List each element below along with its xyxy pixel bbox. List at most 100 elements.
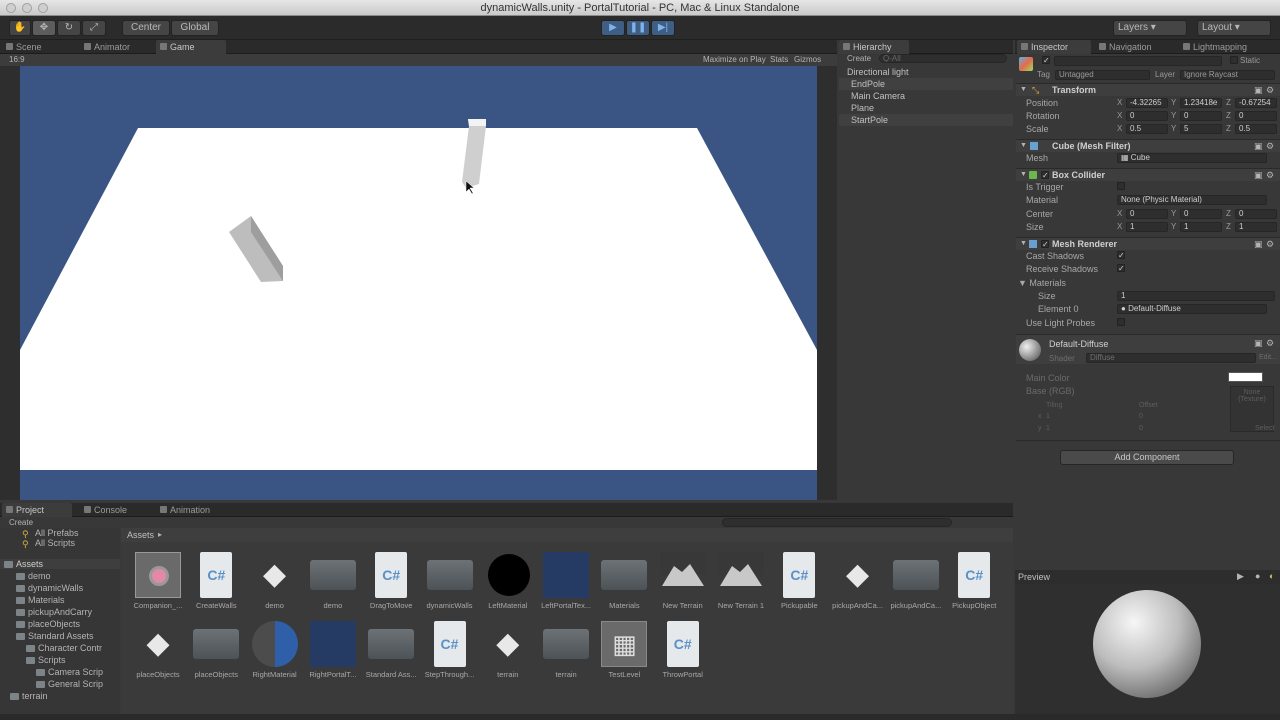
materials-foldout[interactable]: ▼ Materials	[1018, 278, 1066, 288]
tree-item[interactable]: Character Contr	[26, 643, 102, 653]
asset-item[interactable]: ◆ placeObjects	[130, 621, 186, 687]
tab-navigation[interactable]: Navigation	[1095, 40, 1175, 54]
hierarchy-item[interactable]: Directional light	[847, 66, 909, 78]
game-view[interactable]	[0, 66, 837, 500]
scale-tool-button[interactable]: ⤢	[82, 20, 106, 36]
tree-item[interactable]: Standard Assets	[16, 631, 94, 641]
mesh-renderer-header[interactable]: ▼ ✓ Mesh Renderer ▣ ⚙	[1016, 237, 1280, 250]
position-z-field[interactable]: -0.67254	[1235, 98, 1277, 108]
light-probes-checkbox[interactable]	[1117, 318, 1125, 326]
asset-item[interactable]: C# Pickupable	[771, 552, 827, 618]
tree-item[interactable]: ⚲ All Prefabs	[22, 528, 79, 539]
asset-item[interactable]: C# CreateWalls	[188, 552, 244, 618]
tab-project[interactable]: Project	[2, 503, 72, 517]
tree-item[interactable]: pickupAndCarry	[16, 607, 92, 617]
tab-console[interactable]: Console	[80, 503, 150, 517]
center-z-field[interactable]: 0	[1235, 209, 1277, 219]
project-search-input[interactable]	[722, 518, 952, 527]
component-help-icon[interactable]: ▣	[1254, 170, 1263, 181]
layout-dropdown[interactable]: Layout ▾	[1197, 20, 1271, 36]
scale-y-field[interactable]: 5	[1180, 124, 1222, 134]
preview-settings-icon[interactable]: ◐	[1269, 571, 1274, 581]
transform-header[interactable]: ▼ ⤡ Transform ▣ ⚙	[1016, 83, 1280, 96]
tiling-x-value[interactable]: 1	[1046, 413, 1050, 420]
component-gear-icon[interactable]: ⚙	[1266, 141, 1274, 152]
component-gear-icon[interactable]: ⚙	[1266, 239, 1274, 250]
static-checkbox[interactable]	[1230, 56, 1238, 64]
asset-item[interactable]: Standard Ass...	[363, 621, 419, 687]
tree-item[interactable]: demo	[16, 571, 51, 581]
tree-item[interactable]: Assets	[0, 559, 120, 569]
tree-item[interactable]: Scripts	[26, 655, 66, 665]
component-help-icon[interactable]: ▣	[1254, 141, 1263, 152]
component-help-icon[interactable]: ▣	[1254, 239, 1263, 250]
size-z-field[interactable]: 1	[1235, 222, 1277, 232]
tab-hierarchy[interactable]: Hierarchy	[839, 40, 909, 54]
tree-item[interactable]: Camera Scrip	[36, 667, 103, 677]
material-header[interactable]: Default-Diffuse Shader Diffuse Edit... ▣…	[1016, 334, 1280, 364]
tab-lightmapping[interactable]: Lightmapping	[1179, 40, 1271, 54]
asset-item[interactable]: placeObjects	[188, 621, 244, 687]
shader-edit-button[interactable]: Edit...	[1259, 354, 1277, 361]
gizmos-toggle[interactable]: Gizmos	[794, 55, 821, 64]
offset-x-value[interactable]: 0	[1139, 413, 1143, 420]
receive-shadows-checkbox[interactable]: ✓	[1117, 264, 1125, 273]
scale-x-field[interactable]: 0.5	[1126, 124, 1168, 134]
pivot-global-button[interactable]: Global	[171, 20, 219, 36]
component-gear-icon[interactable]: ⚙	[1266, 338, 1274, 349]
size-y-field[interactable]: 1	[1180, 222, 1222, 232]
move-tool-button[interactable]: ✥	[32, 20, 56, 36]
asset-item[interactable]: ◆ terrain	[480, 621, 536, 687]
asset-item[interactable]: C# StepThrough...	[422, 621, 478, 687]
collider-material-field[interactable]: None (Physic Material)	[1117, 195, 1267, 205]
tree-item[interactable]: terrain	[10, 691, 48, 701]
layer-dropdown[interactable]: Ignore Raycast	[1180, 70, 1275, 80]
tab-game[interactable]: Game	[156, 40, 226, 54]
mesh-field[interactable]: ▦ Cube	[1117, 153, 1267, 163]
tree-item[interactable]: General Scrip	[36, 679, 103, 689]
tree-item[interactable]: ⚲ All Scripts	[22, 538, 75, 549]
asset-item[interactable]: RightPortalT...	[305, 621, 361, 687]
rotation-x-field[interactable]: 0	[1126, 111, 1168, 121]
tree-item[interactable]: dynamicWalls	[16, 583, 83, 593]
tab-scene[interactable]: Scene	[2, 40, 72, 54]
preview-light-icon[interactable]: ●	[1255, 571, 1260, 581]
asset-item[interactable]: C# PickupObject	[946, 552, 1002, 618]
asset-item[interactable]: LeftPortalTex...	[538, 552, 594, 618]
component-help-icon[interactable]: ▣	[1254, 338, 1263, 349]
asset-item[interactable]: demo	[305, 552, 361, 618]
shader-dropdown[interactable]: Diffuse	[1086, 353, 1256, 363]
hierarchy-item[interactable]: Main Camera	[851, 90, 905, 102]
center-x-field[interactable]: 0	[1126, 209, 1168, 219]
mesh-filter-header[interactable]: ▼ Cube (Mesh Filter) ▣ ⚙	[1016, 139, 1280, 152]
tab-animation[interactable]: Animation	[156, 503, 236, 517]
component-help-icon[interactable]: ▣	[1254, 85, 1263, 96]
mesh-renderer-enabled-checkbox[interactable]: ✓	[1041, 240, 1049, 249]
main-color-swatch[interactable]	[1228, 372, 1263, 382]
asset-item[interactable]: ◆ pickupAndCa...	[830, 552, 886, 618]
hierarchy-item-selected[interactable]: EndPole	[839, 78, 1013, 90]
object-active-checkbox[interactable]: ✓	[1042, 56, 1050, 65]
asset-item[interactable]: C# DragToMove	[363, 552, 419, 618]
is-trigger-checkbox[interactable]	[1117, 182, 1125, 190]
object-name-field[interactable]	[1054, 56, 1222, 66]
breadcrumb-assets[interactable]: Assets	[127, 530, 154, 540]
box-collider-header[interactable]: ▼ ✓ Box Collider ▣ ⚙	[1016, 168, 1280, 181]
asset-item[interactable]: New Terrain 1	[713, 552, 769, 618]
hand-tool-button[interactable]: ✋	[9, 20, 31, 36]
layers-dropdown[interactable]: Layers ▾	[1113, 20, 1187, 36]
element0-field[interactable]: ● Default-Diffuse	[1117, 304, 1267, 314]
preview-area[interactable]	[1015, 584, 1280, 720]
hierarchy-create-button[interactable]: Create	[847, 54, 871, 63]
rotation-z-field[interactable]: 0	[1235, 111, 1277, 121]
tree-item[interactable]: Materials	[16, 595, 65, 605]
asset-item[interactable]: dynamicWalls	[422, 552, 478, 618]
component-gear-icon[interactable]: ⚙	[1266, 85, 1274, 96]
preview-play-icon[interactable]: ▶	[1237, 571, 1244, 582]
position-x-field[interactable]: -4.32265	[1126, 98, 1168, 108]
hierarchy-item[interactable]: StartPole	[839, 114, 1013, 126]
add-component-button[interactable]: Add Component	[1060, 450, 1234, 465]
tag-dropdown[interactable]: Untagged	[1055, 70, 1150, 80]
asset-item[interactable]: New Terrain	[655, 552, 711, 618]
asset-item[interactable]: LeftMaterial	[480, 552, 536, 618]
